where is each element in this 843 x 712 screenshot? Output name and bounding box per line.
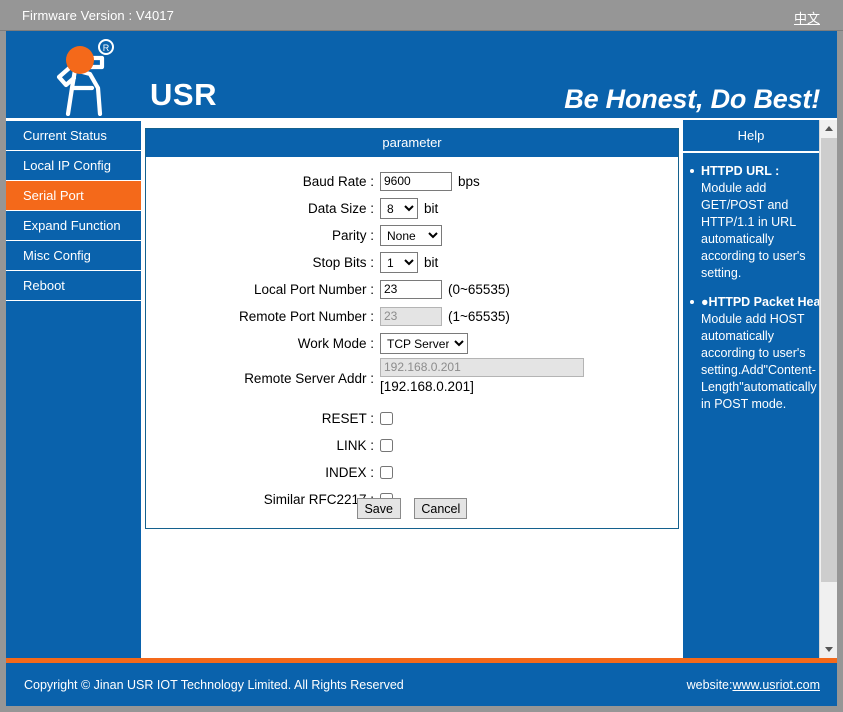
data-size-label: Data Size :: [307, 201, 374, 216]
help-panel: Help HTTPD URL : Module add GET/POST and…: [683, 120, 819, 658]
stop-bits-unit: bit: [424, 255, 439, 270]
chevron-up-icon: [824, 126, 833, 131]
help-panel-title: Help: [683, 120, 819, 153]
brand-slogan: Be Honest, Do Best!: [564, 84, 820, 114]
field-row-stop-bits: Stop Bits : 1 bit: [146, 250, 678, 275]
copyright-text: Copyright © Jinan USR IOT Technology Lim…: [24, 678, 404, 692]
remote-server-addr-label: Remote Server Addr :: [244, 371, 374, 386]
form-actions: Save Cancel: [145, 498, 679, 519]
field-row-index: INDEX :: [146, 460, 678, 485]
link-checkbox[interactable]: [380, 439, 393, 452]
remote-server-addr-echo: [192.168.0.201]: [380, 379, 474, 394]
index-checkbox[interactable]: [380, 466, 393, 479]
website-link-wrap: website:www.usriot.com: [687, 678, 820, 692]
panel-title: parameter: [146, 129, 678, 157]
field-row-work-mode: Work Mode : TCP Server: [146, 331, 678, 356]
baud-rate-label: Baud Rate :: [302, 174, 374, 189]
reset-field: [380, 412, 393, 425]
scrollbar-up-button[interactable]: [820, 120, 837, 137]
stop-bits-label: Stop Bits :: [312, 255, 374, 270]
help-item-term: HTTPD URL :: [701, 164, 780, 178]
link-field: [380, 439, 393, 452]
brand-name: USR: [150, 77, 217, 112]
main-content: parameter Baud Rate : bps Data Size : 8: [141, 120, 683, 658]
baud-rate-field: bps: [380, 172, 480, 191]
field-row-local-port: Local Port Number : (0~65535): [146, 277, 678, 302]
top-status-bar: Firmware Version : V4017 中文: [0, 0, 843, 31]
top-status-bar-inner: Firmware Version : V4017 中文: [6, 1, 837, 29]
local-port-label: Local Port Number :: [253, 282, 374, 297]
work-mode-label: Work Mode :: [297, 336, 374, 351]
page-scrollbar[interactable]: [819, 120, 837, 658]
firmware-config-page: Firmware Version : V4017 中文 R USR Be Hon…: [0, 0, 843, 712]
remote-port-range: (1~65535): [448, 309, 510, 324]
reset-checkbox[interactable]: [380, 412, 393, 425]
work-mode-select[interactable]: TCP Server: [380, 333, 468, 354]
field-row-parity: Parity : None: [146, 223, 678, 248]
help-item-description: Module add HOST automatically according …: [701, 312, 817, 411]
page-footer: Copyright © Jinan USR IOT Technology Lim…: [6, 663, 837, 706]
data-size-unit: bit: [424, 201, 439, 216]
field-row-link: LINK :: [146, 433, 678, 458]
help-item: ●HTTPD Packet Header : Module add HOST a…: [687, 294, 819, 413]
remote-port-field: (1~65535): [380, 307, 510, 326]
parameter-form: Baud Rate : bps Data Size : 8 bit: [146, 157, 678, 528]
work-mode-field: TCP Server: [380, 333, 468, 354]
remote-port-label: Remote Port Number :: [238, 309, 374, 324]
sidebar-item-current-status[interactable]: Current Status: [6, 121, 141, 151]
local-port-range: (0~65535): [448, 282, 510, 297]
stop-bits-select[interactable]: 1: [380, 252, 418, 273]
stop-bits-field: 1 bit: [380, 252, 438, 273]
website-label: website:: [686, 678, 733, 692]
baud-rate-unit: bps: [458, 174, 480, 189]
language-switch-link[interactable]: 中文: [794, 8, 820, 27]
page-gutter-bottom: [0, 706, 843, 712]
sidebar-item-local-ip-config[interactable]: Local IP Config: [6, 151, 141, 181]
sidebar-item-reboot[interactable]: Reboot: [6, 271, 141, 301]
sidebar-item-misc-config[interactable]: Misc Config: [6, 241, 141, 271]
chevron-down-icon: [824, 647, 833, 652]
help-item: HTTPD URL : Module add GET/POST and HTTP…: [687, 163, 817, 282]
field-row-data-size: Data Size : 8 bit: [146, 196, 678, 221]
scrollbar-down-button[interactable]: [820, 641, 837, 658]
parity-select[interactable]: None: [380, 225, 442, 246]
field-row-baud-rate: Baud Rate : bps: [146, 169, 678, 194]
sidebar-item-expand-function[interactable]: Expand Function: [6, 211, 141, 241]
index-label: INDEX :: [325, 465, 374, 480]
help-item-description: Module add GET/POST and HTTP/1.1 in URL …: [701, 181, 810, 280]
brand-banner: R USR -IOT Experts- Be Honest, Do Best!: [6, 31, 837, 118]
sidebar-nav: Current Status Local IP Config Serial Po…: [6, 120, 141, 658]
remote-port-input: [380, 307, 442, 326]
remote-server-addr-field: [192.168.0.201]: [380, 358, 584, 394]
link-label: LINK :: [336, 438, 374, 453]
parameter-panel: parameter Baud Rate : bps Data Size : 8: [145, 128, 679, 529]
local-port-field: (0~65535): [380, 280, 510, 299]
field-row-remote-port: Remote Port Number : (1~65535): [146, 304, 678, 329]
sidebar-item-serial-port[interactable]: Serial Port: [6, 181, 141, 211]
field-row-reset: RESET :: [146, 406, 678, 431]
svg-text:R: R: [103, 43, 110, 53]
field-row-remote-server-addr: Remote Server Addr : [192.168.0.201]: [146, 358, 678, 404]
scrollbar-thumb[interactable]: [821, 138, 837, 582]
cancel-button[interactable]: Cancel: [414, 498, 468, 519]
data-size-select[interactable]: 8: [380, 198, 418, 219]
parity-field: None: [380, 225, 442, 246]
firmware-version-label: Firmware Version : V4017: [22, 8, 174, 23]
help-item-term: ●HTTPD Packet Header :: [701, 295, 819, 309]
reset-label: RESET :: [321, 411, 374, 426]
save-button[interactable]: Save: [356, 498, 401, 519]
index-field: [380, 466, 393, 479]
data-size-field: 8 bit: [380, 198, 438, 219]
parity-label: Parity :: [331, 228, 374, 243]
local-port-input[interactable]: [380, 280, 442, 299]
website-link[interactable]: www.usriot.com: [732, 678, 820, 692]
page-gutter-right: [837, 31, 843, 712]
remote-server-addr-input: [380, 358, 584, 377]
usr-running-man-logo-icon: R: [28, 36, 148, 117]
baud-rate-input[interactable]: [380, 172, 452, 191]
help-panel-body: HTTPD URL : Module add GET/POST and HTTP…: [683, 153, 819, 653]
